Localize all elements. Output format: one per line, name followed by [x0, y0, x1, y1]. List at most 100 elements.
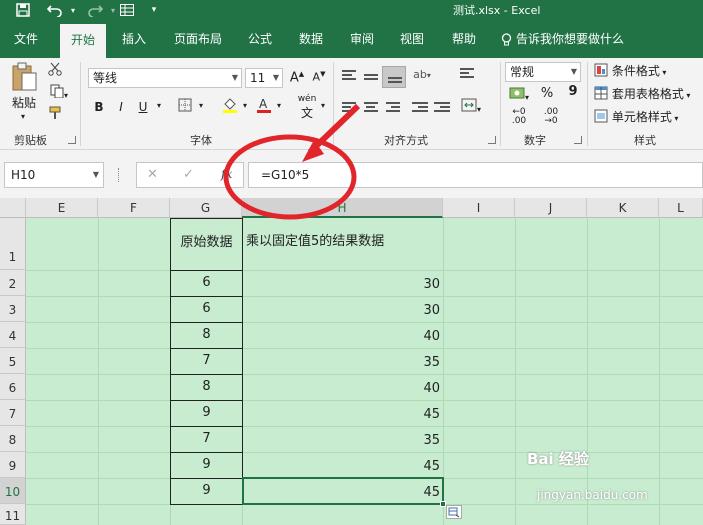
- column-header-g[interactable]: G: [170, 198, 242, 218]
- tab-formulas[interactable]: 公式: [240, 20, 280, 58]
- underline-dropdown-icon[interactable]: ▾: [154, 101, 164, 110]
- format-as-table-button[interactable]: 套用表格格式 ▾: [594, 85, 699, 102]
- cell-styles-button[interactable]: 单元格样式 ▾: [594, 108, 694, 125]
- customize-qat-icon[interactable]: ▾: [148, 0, 160, 20]
- cell-g2[interactable]: 6: [170, 270, 243, 297]
- column-header-e[interactable]: E: [26, 198, 98, 218]
- cell-g3[interactable]: 6: [170, 296, 243, 323]
- number-format-combo[interactable]: 常规 ▼: [505, 62, 581, 82]
- row-header-3[interactable]: 3: [0, 296, 26, 322]
- cell-h4[interactable]: 40: [243, 322, 443, 348]
- cell-g4[interactable]: 8: [170, 322, 243, 349]
- italic-button[interactable]: I: [114, 100, 128, 114]
- cell-h8[interactable]: 35: [243, 426, 443, 452]
- borders-dropdown-icon[interactable]: ▾: [196, 101, 206, 110]
- tab-file[interactable]: 文件: [6, 20, 46, 58]
- row-header-11[interactable]: 11: [0, 504, 26, 525]
- align-right-icon[interactable]: [386, 102, 400, 114]
- conditional-formatting-button[interactable]: 条件格式 ▾: [594, 62, 694, 79]
- row-header-4[interactable]: 4: [0, 322, 26, 348]
- column-header-f[interactable]: F: [98, 198, 170, 218]
- increase-decimal-icon[interactable]: ←0.00: [506, 108, 532, 126]
- cell-g9[interactable]: 9: [170, 452, 243, 479]
- align-left-icon[interactable]: [342, 102, 356, 114]
- insert-function-icon[interactable]: fx: [221, 167, 232, 181]
- redo-icon[interactable]: [84, 0, 106, 20]
- increase-font-icon[interactable]: A▲: [288, 70, 306, 85]
- copy-icon[interactable]: ▾: [46, 84, 72, 101]
- column-header-i[interactable]: I: [443, 198, 515, 218]
- underline-button[interactable]: U: [136, 100, 150, 114]
- wrap-text-icon[interactable]: [460, 68, 474, 80]
- row-header-2[interactable]: 2: [0, 270, 26, 296]
- cell-g6[interactable]: 8: [170, 374, 243, 401]
- select-all-corner[interactable]: [0, 198, 26, 218]
- save-icon[interactable]: [12, 0, 34, 20]
- header-cell-h1[interactable]: 乘以固定值5的结果数据: [243, 218, 443, 270]
- splitter-handle[interactable]: [118, 168, 120, 182]
- cell-h9[interactable]: 45: [243, 452, 443, 478]
- row-header-9[interactable]: 9: [0, 452, 26, 478]
- alignment-launcher-icon[interactable]: [488, 136, 496, 144]
- undo-dropdown-icon[interactable]: ▾: [68, 0, 78, 20]
- cell-h2[interactable]: 30: [243, 270, 443, 296]
- paste-dropdown-icon[interactable]: ▾: [14, 112, 32, 121]
- top-align-icon[interactable]: [342, 70, 356, 82]
- cell-g8[interactable]: 7: [170, 426, 243, 453]
- tell-me-search[interactable]: 告诉我你想要做什么: [516, 20, 636, 58]
- phonetic-dropdown-icon[interactable]: ▾: [318, 101, 328, 110]
- font-size-combo[interactable]: 11 ▼: [245, 68, 283, 88]
- row-header-10[interactable]: 10: [0, 478, 26, 504]
- tab-insert[interactable]: 插入: [114, 20, 154, 58]
- decrease-font-icon[interactable]: A▼: [310, 70, 328, 84]
- cell-g7[interactable]: 9: [170, 400, 243, 427]
- enter-icon[interactable]: ✓: [183, 167, 194, 182]
- orientation-icon[interactable]: ab▾: [412, 68, 432, 81]
- phonetic-button[interactable]: wén 文: [296, 94, 318, 121]
- quick-analysis-icon[interactable]: [446, 505, 462, 519]
- row-header-7[interactable]: 7: [0, 400, 26, 426]
- font-color-icon[interactable]: A: [254, 96, 274, 117]
- decrease-indent-icon[interactable]: [412, 102, 428, 114]
- paste-icon[interactable]: [8, 62, 40, 92]
- tab-review[interactable]: 审阅: [342, 20, 382, 58]
- increase-indent-icon[interactable]: [434, 102, 450, 114]
- cell-g10[interactable]: 9: [170, 478, 243, 505]
- tab-view[interactable]: 视图: [392, 20, 432, 58]
- cell-h6[interactable]: 40: [243, 374, 443, 400]
- fill-color-icon[interactable]: [220, 96, 240, 117]
- paste-button[interactable]: 粘贴: [10, 94, 38, 111]
- active-cell-h10[interactable]: [242, 477, 444, 505]
- align-center-icon[interactable]: [364, 102, 378, 114]
- cell-h5[interactable]: 35: [243, 348, 443, 374]
- number-launcher-icon[interactable]: [574, 136, 582, 144]
- accounting-format-icon[interactable]: ▾: [506, 86, 532, 103]
- cut-icon[interactable]: [46, 62, 64, 79]
- font-color-dropdown-icon[interactable]: ▾: [274, 101, 284, 110]
- name-box[interactable]: H10 ▼: [4, 162, 104, 188]
- tab-page-layout[interactable]: 页面布局: [168, 20, 228, 58]
- tab-data[interactable]: 数据: [291, 20, 331, 58]
- comma-style-button[interactable]: 9: [566, 84, 580, 99]
- tab-help[interactable]: 帮助: [444, 20, 484, 58]
- row-header-1[interactable]: 1: [0, 218, 26, 270]
- row-header-5[interactable]: 5: [0, 348, 26, 374]
- row-header-6[interactable]: 6: [0, 374, 26, 400]
- bottom-align-button[interactable]: [382, 66, 406, 88]
- percent-button[interactable]: %: [540, 86, 554, 101]
- column-header-j[interactable]: J: [515, 198, 587, 218]
- form-icon[interactable]: [116, 0, 138, 20]
- tab-home[interactable]: 开始: [60, 24, 106, 58]
- formula-input[interactable]: =G10*5: [248, 162, 703, 188]
- middle-align-icon[interactable]: [364, 74, 378, 82]
- merge-center-icon[interactable]: ▾: [458, 98, 484, 115]
- font-name-combo[interactable]: 等线 ▼: [88, 68, 242, 88]
- bold-button[interactable]: B: [92, 100, 106, 114]
- undo-icon[interactable]: [44, 0, 66, 20]
- header-cell-g1[interactable]: 原始数据: [170, 218, 243, 271]
- cell-g5[interactable]: 7: [170, 348, 243, 375]
- row-header-8[interactable]: 8: [0, 426, 26, 452]
- decrease-decimal-icon[interactable]: .00 →0: [538, 108, 564, 126]
- column-header-k[interactable]: K: [587, 198, 659, 218]
- column-header-l[interactable]: L: [659, 198, 703, 218]
